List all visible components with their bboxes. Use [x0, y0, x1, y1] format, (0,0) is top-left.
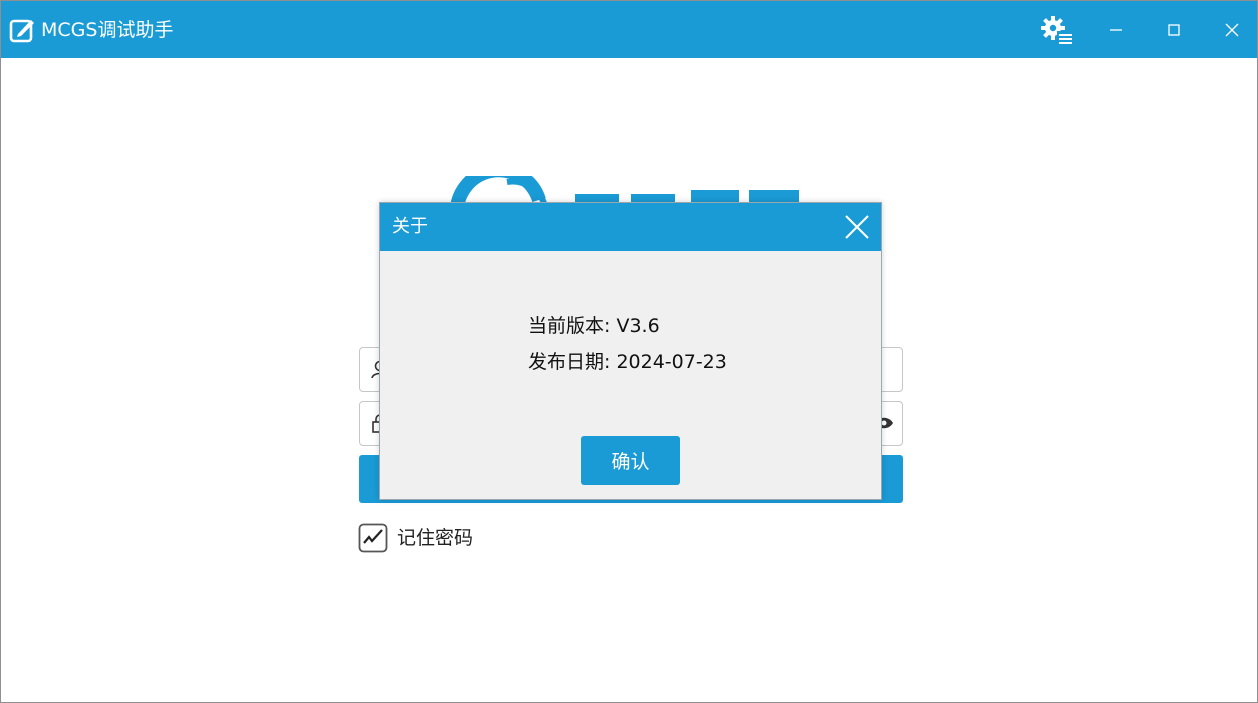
about-dialog: 关于 当前版本: V3.6 发布日期: 2024-07-23 确认 — [379, 202, 882, 500]
minimize-icon[interactable] — [1099, 13, 1133, 47]
confirm-button[interactable]: 确认 — [581, 436, 680, 485]
app-title: MCGS调试助手 — [41, 19, 174, 41]
dialog-header: 关于 — [380, 203, 881, 251]
dialog-close-icon[interactable] — [843, 213, 871, 241]
main-window: MCGS调试助手 记住密码 关于 当前版本: V3.6 发布日期: 2024-0… — [0, 0, 1258, 703]
release-date-info: 发布日期: 2024-07-23 — [528, 351, 727, 373]
edit-icon — [9, 16, 37, 44]
remember-checkbox[interactable] — [358, 523, 388, 553]
dialog-title: 关于 — [392, 216, 428, 237]
close-icon[interactable] — [1215, 13, 1249, 47]
title-bar[interactable]: MCGS调试助手 — [1, 1, 1257, 58]
maximize-icon[interactable] — [1157, 13, 1191, 47]
settings-menu-icon[interactable] — [1039, 13, 1073, 47]
remember-label: 记住密码 — [397, 527, 474, 549]
version-info: 当前版本: V3.6 — [528, 315, 660, 337]
